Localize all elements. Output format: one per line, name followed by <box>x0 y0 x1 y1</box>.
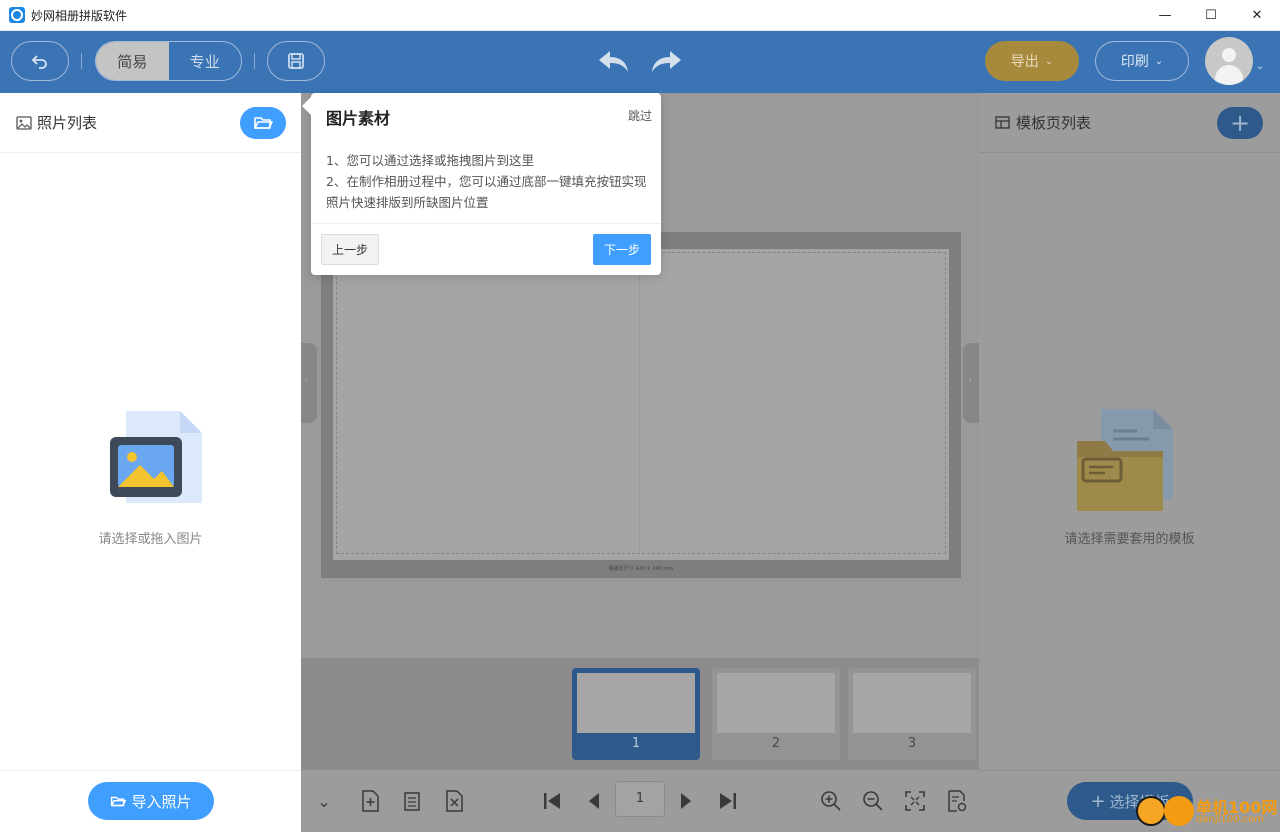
export-button[interactable]: 导出 ⌄ <box>985 41 1079 81</box>
window-controls: — ☐ ✕ <box>1142 0 1280 31</box>
watermark-logo <box>1164 796 1194 826</box>
back-button[interactable] <box>11 41 69 81</box>
watermark-logo <box>1136 796 1166 826</box>
maximize-button[interactable]: ☐ <box>1188 0 1234 31</box>
popover-line-1: 1、您可以通过选择或拖拽图片到这里 <box>326 153 534 168</box>
zoom-out-icon[interactable] <box>860 788 886 814</box>
empty-photo-illustration <box>110 411 202 503</box>
undo-icon[interactable] <box>596 45 632 77</box>
previous-page-icon[interactable] <box>581 788 607 814</box>
import-photos-button[interactable]: 导入照片 <box>88 782 214 820</box>
photo-empty-text: 请选择或拖入图片 <box>98 532 203 547</box>
page-thumbnails: 1 2 3 <box>301 658 979 770</box>
plus-icon: + <box>1090 790 1106 812</box>
page-thumbnail[interactable]: 3 <box>848 668 976 760</box>
last-page-icon[interactable] <box>715 788 741 814</box>
chevron-right-icon: › <box>968 373 973 386</box>
collapse-left-handle[interactable]: ‹ <box>301 343 317 423</box>
add-template-button[interactable]: + <box>1217 107 1263 139</box>
page-number: 3 <box>907 736 917 751</box>
save-icon <box>288 53 304 69</box>
copy-page-icon[interactable] <box>399 788 425 814</box>
chevron-down-icon: ⌄ <box>1154 55 1164 67</box>
title-bar: 妙网相册拼版软件 — ☐ ✕ <box>0 0 1280 31</box>
back-icon <box>31 55 47 69</box>
watermark-url: danji100.com <box>1196 814 1264 825</box>
spine-line <box>639 252 640 554</box>
template-icon <box>995 116 1010 129</box>
delete-page-icon[interactable] <box>441 788 467 814</box>
open-folder-button[interactable] <box>240 107 286 139</box>
minimize-button[interactable]: — <box>1142 0 1188 31</box>
plus-icon: + <box>1229 109 1251 137</box>
popover-arrow <box>302 97 311 115</box>
guide-popover: 图片素材 跳过 1、您可以通过选择或拖拽图片到这里 2、在制作相册过程中，您可以… <box>302 93 661 275</box>
bottom-toolbar: ⌄ 1 <box>301 770 979 832</box>
window-title: 妙网相册拼版软件 <box>31 8 128 23</box>
print-button[interactable]: 印刷 ⌄ <box>1095 41 1189 81</box>
photo-list-title: 照片列表 <box>37 114 98 132</box>
export-label: 导出 <box>1010 54 1039 70</box>
template-list-title: 模板页列表 <box>1016 114 1092 132</box>
chevron-down-icon[interactable]: ⌄ <box>1256 61 1264 72</box>
page-thumbnail[interactable]: 1 <box>572 668 700 760</box>
photo-list-panel: 照片列表 请选择或拖入图片 导入照片 <box>0 93 301 832</box>
chevron-left-icon: ‹ <box>304 373 309 386</box>
folder-icon <box>254 117 273 129</box>
popover-title: 图片素材 <box>326 109 391 128</box>
zoom-in-icon[interactable] <box>818 788 844 814</box>
folder-icon <box>111 796 127 806</box>
page-number-input[interactable]: 1 <box>615 781 665 817</box>
print-label: 印刷 <box>1120 54 1149 70</box>
skip-link[interactable]: 跳过 <box>628 107 652 124</box>
page-settings-icon[interactable] <box>944 788 970 814</box>
toolbar-divider <box>81 53 82 69</box>
mode-switch: 简易 专业 <box>95 41 242 81</box>
album-canvas[interactable]: 跨版页尺寸 420 × 240 mm <box>321 232 961 578</box>
popover-body: 1、您可以通过选择或拖拽图片到这里 2、在制作相册过程中，您可以通过底部一键填充… <box>326 150 651 213</box>
page-thumbnail[interactable]: 2 <box>712 668 840 760</box>
app-icon <box>9 7 25 23</box>
chevron-down-icon: ⌄ <box>1044 55 1054 67</box>
next-step-button[interactable]: 下一步 <box>593 234 651 265</box>
next-page-icon[interactable] <box>673 788 699 814</box>
mode-simple-tab[interactable]: 简易 <box>96 42 169 80</box>
collapse-right-handle[interactable]: › <box>963 343 979 423</box>
page-number: 1 <box>631 736 641 751</box>
image-icon <box>16 115 32 130</box>
photo-list-footer: 导入照片 <box>0 770 301 832</box>
empty-template-illustration <box>1077 409 1173 511</box>
save-button[interactable] <box>267 41 325 81</box>
canvas-spread[interactable] <box>333 249 949 560</box>
add-page-icon[interactable] <box>357 788 383 814</box>
popover-line-2: 2、在制作相册过程中，您可以通过底部一键填充按钮实现照片快速排版到所缺图片位置 <box>326 174 647 210</box>
import-photos-label: 导入照片 <box>131 792 192 811</box>
template-empty-text: 请选择需要套用的模板 <box>1064 532 1195 547</box>
redo-icon[interactable] <box>648 45 684 77</box>
canvas-size-caption: 跨版页尺寸 420 × 240 mm <box>608 566 674 572</box>
mode-pro-tab[interactable]: 专业 <box>169 42 242 80</box>
page-number: 2 <box>771 736 781 751</box>
safe-area <box>336 252 946 554</box>
toolbar: 简易 专业 导出 ⌄ 印刷 ⌄ ⌄ <box>0 31 1280 93</box>
site-watermark: 单机100网 danji100.com <box>1136 786 1280 832</box>
toolbar-divider <box>254 53 255 69</box>
chevron-down-icon[interactable]: ⌄ <box>311 788 337 814</box>
popover-divider <box>311 223 661 224</box>
first-page-icon[interactable] <box>539 788 565 814</box>
avatar[interactable] <box>1205 37 1253 85</box>
fit-screen-icon[interactable] <box>902 788 928 814</box>
previous-step-button[interactable]: 上一步 <box>321 234 379 265</box>
template-list-panel: 模板页列表 + 请选择需要套用的模板 + 选择模板 <box>979 93 1280 832</box>
close-button[interactable]: ✕ <box>1234 0 1280 31</box>
